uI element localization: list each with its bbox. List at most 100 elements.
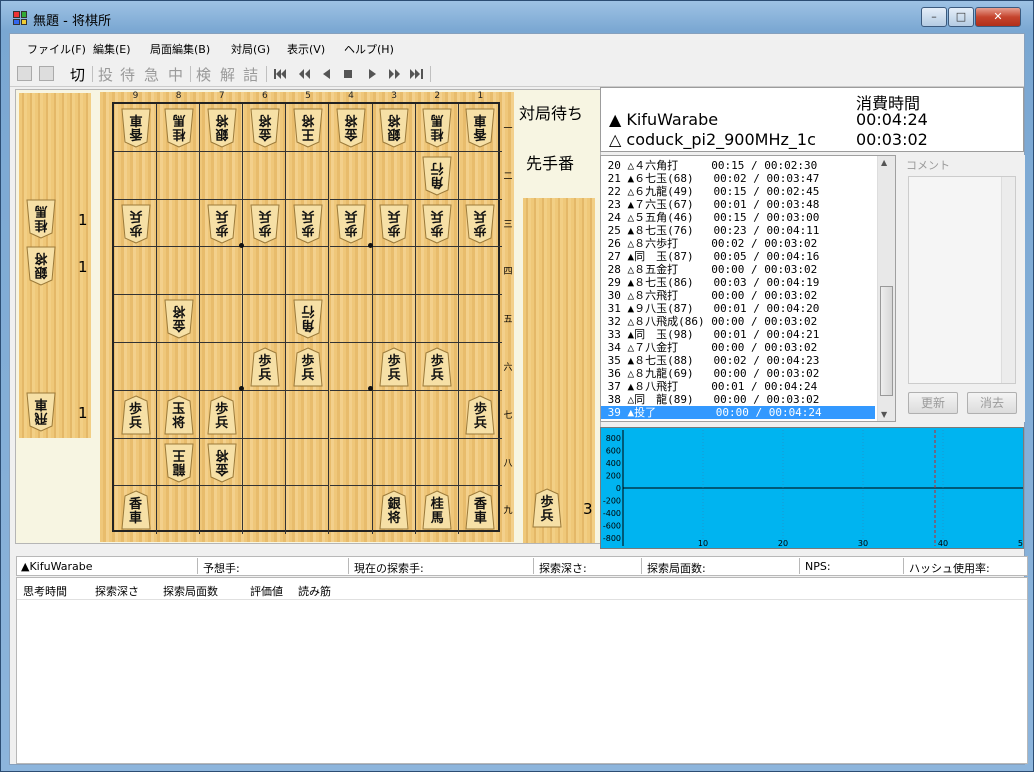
board-square[interactable] (415, 390, 459, 439)
resign-button[interactable]: 投 (98, 64, 113, 85)
sente-piece[interactable]: 歩 兵 (120, 395, 151, 435)
kifu-move-row[interactable]: 38 △同 龍(89) 00:00 / 00:03:02 (601, 393, 875, 406)
kifu-move-row[interactable]: 30 △８六飛打 00:00 / 00:03:02 (601, 289, 875, 302)
update-button[interactable]: 更新 (908, 392, 958, 414)
sente-piece[interactable]: 歩 兵 (465, 395, 495, 435)
board-square[interactable] (458, 152, 502, 200)
kifu-move-row[interactable]: 32 △８八飛成(86) 00:00 / 00:03:02 (601, 315, 875, 328)
sente-piece[interactable]: 香 車 (465, 490, 495, 530)
forward-10-icon[interactable] (386, 66, 402, 82)
sente-piece[interactable]: 歩 兵 (207, 395, 237, 435)
back-10-icon[interactable] (296, 66, 312, 82)
board-square[interactable] (243, 295, 287, 343)
kifu-move-row[interactable]: 31 ▲９八玉(87) 00:01 / 00:04:20 (601, 302, 875, 315)
comment-textarea[interactable] (908, 176, 1016, 384)
gote-piece[interactable]: 香 車 (120, 108, 151, 148)
analyze-button[interactable]: 検 (196, 64, 211, 85)
gote-piece[interactable]: 桂 馬 (164, 108, 194, 148)
menu-position-edit[interactable]: 局面編集(B) (150, 41, 210, 57)
sente-piece[interactable]: 歩 兵 (422, 347, 452, 387)
board-square[interactable] (114, 247, 158, 296)
board-square[interactable] (200, 151, 244, 200)
sente-piece[interactable]: 玉 将 (164, 395, 194, 435)
kifu-move-row[interactable]: 33 ▲同 玉(98) 00:01 / 00:04:21 (601, 328, 875, 341)
board-square[interactable] (372, 151, 416, 200)
last-move-icon[interactable] (408, 66, 424, 82)
gote-piece[interactable]: 龍 王 (164, 443, 194, 483)
kifu-move-row[interactable]: 36 △８九龍(69) 00:00 / 00:03:02 (601, 367, 875, 380)
kiri-button[interactable]: 切 (70, 64, 85, 85)
kifu-move-row[interactable]: 20 △４六角打 00:15 / 00:02:30 (601, 159, 875, 172)
kifu-move-row[interactable]: 21 ▲６七玉(68) 00:02 / 00:03:47 (601, 172, 875, 185)
board-square[interactable] (286, 390, 330, 439)
wait-button[interactable]: 待 (120, 64, 135, 85)
gote-piece[interactable]: 桂 馬 (422, 108, 452, 148)
col-thinking-time[interactable]: 思考時間 (23, 583, 67, 599)
board-square[interactable] (329, 343, 373, 391)
interrupt-button[interactable]: 中 (168, 64, 183, 85)
clear-button[interactable]: 消去 (967, 392, 1017, 414)
gote-piece[interactable]: 金 将 (336, 108, 366, 148)
sente-piece[interactable]: 桂 馬 (422, 490, 452, 530)
board-square[interactable] (458, 343, 502, 391)
col-evaluation[interactable]: 評価値 (250, 583, 283, 599)
board-square[interactable] (157, 199, 201, 248)
back-icon[interactable] (318, 66, 334, 82)
kifu-move-row[interactable]: 34 △７八金打 00:00 / 00:03:02 (601, 341, 875, 354)
board-square[interactable] (415, 438, 459, 487)
scroll-thumb[interactable] (880, 286, 893, 396)
board-square[interactable] (114, 295, 158, 343)
board-square[interactable] (372, 295, 416, 343)
col-search-nodes[interactable]: 探索局面数 (163, 583, 218, 599)
open-file-icon[interactable] (17, 66, 32, 81)
board-square[interactable] (286, 438, 330, 487)
gote-piece[interactable]: 金 将 (250, 108, 280, 148)
kifu-move-row[interactable]: 22 △６九龍(49) 00:15 / 00:02:45 (601, 185, 875, 198)
board-square[interactable] (372, 438, 416, 487)
board-square[interactable] (114, 151, 158, 200)
save-file-icon[interactable] (39, 66, 54, 81)
board-square[interactable] (114, 343, 158, 391)
board-square[interactable] (157, 151, 201, 200)
board-square[interactable] (243, 247, 287, 296)
gote-hand-piece[interactable]: 銀 将 (26, 246, 56, 286)
board-square[interactable] (330, 486, 373, 535)
gote-piece[interactable]: 王 将 (293, 108, 323, 148)
board-square[interactable] (329, 390, 373, 439)
board-square[interactable] (329, 151, 373, 200)
gote-piece[interactable]: 香 車 (465, 108, 495, 148)
forward-icon[interactable] (364, 66, 380, 82)
sente-piece[interactable]: 銀 将 (379, 490, 409, 530)
board-square[interactable] (243, 438, 287, 487)
stop-icon[interactable] (340, 66, 356, 82)
menu-file[interactable]: ファイル(F) (27, 41, 86, 57)
title-bar[interactable]: 無題 - 将棋所 – □ ✕ (1, 1, 1033, 33)
kifu-move-row[interactable]: 28 △８五金打 00:00 / 00:03:02 (601, 263, 875, 276)
gote-piece[interactable]: 金 将 (164, 299, 194, 339)
kifu-move-row[interactable]: 39 ▲投了 00:00 / 00:04:24 (601, 406, 875, 419)
kifu-move-row[interactable]: 35 ▲８七玉(88) 00:02 / 00:04:23 (601, 354, 875, 367)
scroll-up-icon[interactable]: ▲ (881, 158, 887, 167)
board-square[interactable] (329, 438, 373, 487)
gote-hand-piece[interactable]: 飛 車 (26, 392, 56, 432)
gote-piece[interactable]: 角 行 (293, 299, 323, 339)
board-square[interactable] (200, 247, 244, 296)
solve-button[interactable]: 解 (220, 64, 235, 85)
board-square[interactable] (200, 295, 244, 343)
board-square[interactable] (458, 295, 502, 343)
board-square[interactable] (458, 439, 502, 487)
kifu-move-row[interactable]: 27 ▲同 玉(87) 00:05 / 00:04:16 (601, 250, 875, 263)
board-square[interactable] (458, 247, 502, 296)
gote-piece[interactable]: 歩 兵 (207, 204, 237, 244)
board-square[interactable] (286, 151, 330, 200)
kifu-move-row[interactable]: 25 ▲８七玉(76) 00:23 / 00:04:11 (601, 224, 875, 237)
board-square[interactable] (114, 438, 158, 487)
gote-piece[interactable]: 金 将 (207, 443, 237, 483)
kifu-list[interactable]: 20 △４六角打 00:15 / 00:02:30 21 ▲６七玉(68) 00… (600, 155, 896, 422)
board-square[interactable] (286, 486, 330, 535)
gote-piece[interactable]: 歩 兵 (379, 204, 409, 244)
hurry-button[interactable]: 急 (144, 64, 159, 85)
board-square[interactable] (329, 247, 373, 296)
kifu-move-row[interactable]: 37 ▲８八飛打 00:01 / 00:04:24 (601, 380, 875, 393)
menu-help[interactable]: ヘルプ(H) (344, 41, 394, 57)
